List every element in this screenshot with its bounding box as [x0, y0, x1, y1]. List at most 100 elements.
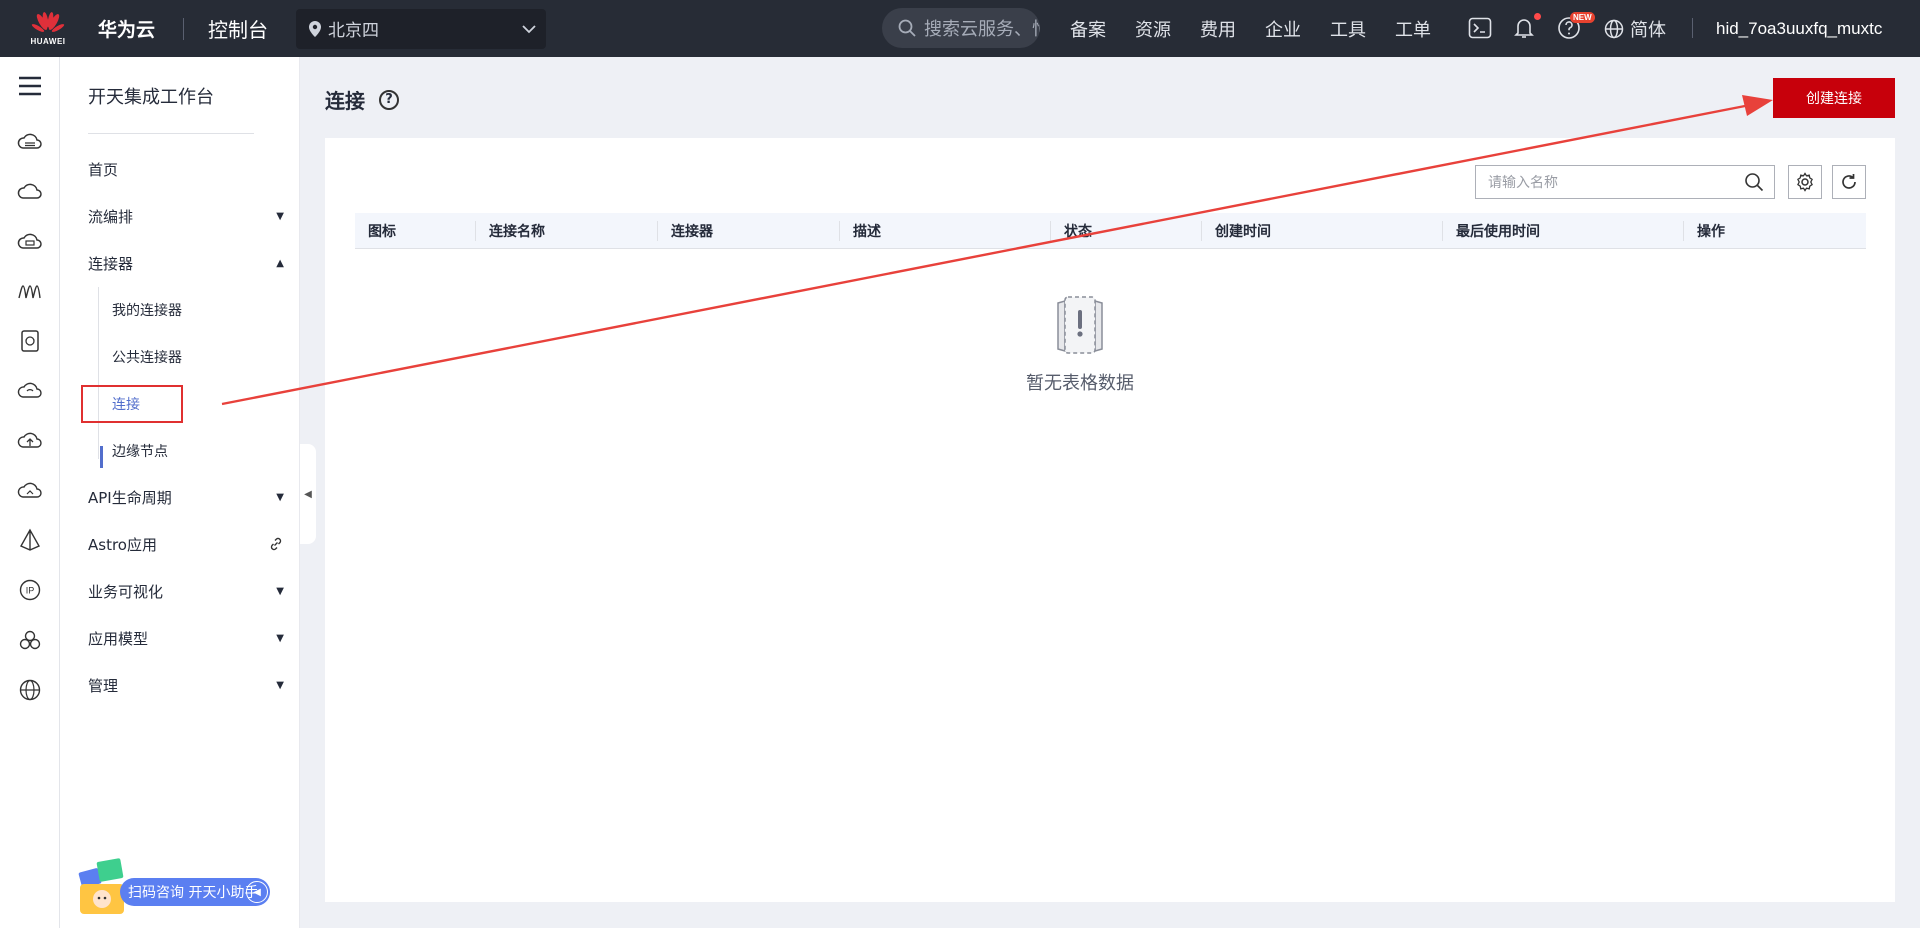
- refresh-icon: [1842, 174, 1856, 189]
- huawei-logo[interactable]: HUAWEI: [16, 0, 80, 57]
- settings-button[interactable]: [1788, 165, 1822, 199]
- caret-down-icon: ▼: [276, 491, 284, 503]
- sidebar-item-app-model[interactable]: 应用模型 ▼: [88, 626, 284, 650]
- nav-tools[interactable]: 工具: [1330, 16, 1366, 42]
- sidebar-title: 开天集成工作台: [88, 87, 214, 108]
- cloud-upload-icon[interactable]: [16, 427, 44, 455]
- divider: [88, 133, 254, 134]
- empty-state: 暂无表格数据: [1015, 293, 1145, 395]
- column-header-actions: 操作: [1697, 224, 1725, 240]
- sidebar-collapse-toggle[interactable]: ◀: [300, 444, 316, 544]
- disk-icon[interactable]: [16, 327, 44, 355]
- caret-down-icon: ▼: [276, 679, 284, 691]
- huawei-flower-icon: [31, 12, 65, 32]
- search-icon[interactable]: [1744, 172, 1764, 192]
- divider: [1692, 18, 1693, 38]
- region-name: 北京四: [328, 21, 380, 41]
- new-badge: NEW: [1570, 12, 1595, 23]
- brand-name[interactable]: 华为云: [98, 15, 155, 42]
- top-nav: 备案 资源 费用 企业 工具 工单: [1070, 0, 1460, 57]
- page-title: 连接: [325, 89, 365, 113]
- active-indicator: [100, 446, 103, 468]
- column-header-name[interactable]: 连接名称: [476, 213, 658, 249]
- empty-document-icon: [1057, 296, 1103, 354]
- divider: [183, 17, 185, 40]
- sidebar-item-my-connectors[interactable]: 我的连接器: [112, 300, 182, 320]
- assistant-button[interactable]: 扫码咨询 开天小助手 ◀: [120, 878, 270, 906]
- sidebar-item-label: 应用模型: [88, 629, 149, 648]
- svg-text:IP: IP: [26, 586, 35, 596]
- network-icon[interactable]: [16, 277, 44, 305]
- globe-w-icon[interactable]: [16, 676, 44, 704]
- service-icon-rail: IP: [0, 57, 60, 928]
- table-header: 图标 连接名称 连接器 描述 状态 创建时间 最后使用时间 操作: [355, 213, 1866, 249]
- chevron-left-icon: ◀: [246, 881, 268, 903]
- menu-icon[interactable]: [16, 74, 44, 98]
- logo-text: HUAWEI: [30, 37, 66, 46]
- sidebar-item-label: 连接器: [88, 254, 134, 273]
- refresh-button[interactable]: [1832, 165, 1866, 199]
- create-connection-button[interactable]: 创建连接: [1773, 78, 1895, 118]
- column-header-description: 描述: [840, 213, 1051, 249]
- ip-icon[interactable]: IP: [16, 576, 44, 604]
- caret-down-icon: ▼: [276, 585, 284, 597]
- column-header-created-time[interactable]: 创建时间: [1202, 213, 1443, 249]
- globe-icon: [1604, 19, 1624, 38]
- empty-state-text: 暂无表格数据: [1026, 373, 1134, 394]
- cloud-icon[interactable]: [16, 178, 44, 206]
- sidebar-item-label: 业务可视化: [88, 582, 164, 601]
- annotation-highlight-box: [81, 385, 183, 423]
- sidebar-item-home[interactable]: 首页: [88, 157, 284, 181]
- sidebar-item-public-connectors[interactable]: 公共连接器: [112, 347, 182, 367]
- sidebar-item-label: 流编排: [88, 207, 134, 226]
- sidebar-item-api-lifecycle[interactable]: API生命周期 ▼: [88, 485, 284, 509]
- notification-dot: [1534, 13, 1541, 20]
- sidebar-item-biz-viz[interactable]: 业务可视化 ▼: [88, 579, 284, 603]
- pyramid-icon[interactable]: [16, 526, 44, 554]
- assistant-widget[interactable]: 扫码咨询 开天小助手 ◀: [76, 856, 272, 916]
- sidebar-item-astro[interactable]: Astro应用: [88, 532, 284, 556]
- location-pin-icon: [309, 20, 322, 37]
- sidebar-item-management[interactable]: 管理 ▼: [88, 673, 284, 697]
- help-icon[interactable]: ?: [379, 89, 399, 110]
- caret-down-icon: ▼: [276, 210, 284, 222]
- sidebar-item-label: Astro应用: [88, 535, 157, 554]
- gear-icon: [1797, 172, 1813, 192]
- nav-beian[interactable]: 备案: [1070, 16, 1106, 42]
- nav-tickets[interactable]: 工单: [1395, 16, 1431, 42]
- connections-table-card: 请输入名称 图标 连接名称 连接器 描述 状态 创建时间 最后使用时间 操作 暂…: [325, 138, 1895, 902]
- cluster-icon[interactable]: [16, 626, 44, 654]
- region-selector[interactable]: 北京四: [296, 8, 547, 49]
- sidebar-item-label: 首页: [88, 160, 119, 179]
- caret-left-icon: ◀: [304, 488, 312, 500]
- nav-resources[interactable]: 资源: [1135, 16, 1171, 42]
- storage-cloud-icon[interactable]: [16, 228, 44, 256]
- chevron-down-icon: [522, 24, 536, 33]
- sidebar-item-label: 管理: [88, 676, 119, 695]
- submenu-guide-line: [98, 287, 99, 459]
- global-search-placeholder: 搜索云服务、悄: [924, 19, 1040, 40]
- column-header-last-used-time[interactable]: 最后使用时间: [1443, 213, 1684, 249]
- caret-up-icon: ▲: [276, 257, 284, 269]
- name-search-input[interactable]: 请输入名称: [1475, 165, 1775, 199]
- sidebar-item-connectors[interactable]: 连接器 ▲: [88, 251, 284, 275]
- column-header-status: 状态: [1051, 213, 1202, 249]
- assistant-label: 扫码咨询 开天小助手: [128, 885, 259, 901]
- bell-icon[interactable]: [1514, 16, 1534, 40]
- username-menu[interactable]: hid_7oa3uuxfq_muxtc: [1716, 0, 1882, 57]
- nav-billing[interactable]: 费用: [1200, 16, 1236, 42]
- sidebar-item-edge-nodes[interactable]: 边缘节点: [112, 441, 168, 461]
- language-switcher[interactable]: 简体: [1604, 0, 1666, 57]
- console-link[interactable]: 控制台: [208, 14, 268, 43]
- external-link-icon: [270, 537, 282, 551]
- nav-enterprise[interactable]: 企业: [1265, 16, 1301, 42]
- search-icon: [898, 19, 916, 37]
- sidebar-item-orchestration[interactable]: 流编排 ▼: [88, 204, 284, 228]
- sidebar-nav: 开天集成工作台 首页 流编排 ▼ 连接器 ▲ 我的连接器 公共连接器 连接 边缘…: [60, 57, 300, 928]
- cloud-sync-icon[interactable]: [16, 477, 44, 505]
- annotation-arrow-head: [1742, 95, 1773, 116]
- cloud-service-icon[interactable]: [16, 377, 44, 405]
- terminal-icon[interactable]: [1468, 17, 1492, 39]
- global-search-input[interactable]: 搜索云服务、悄: [882, 8, 1040, 48]
- database-cloud-icon[interactable]: [16, 128, 44, 156]
